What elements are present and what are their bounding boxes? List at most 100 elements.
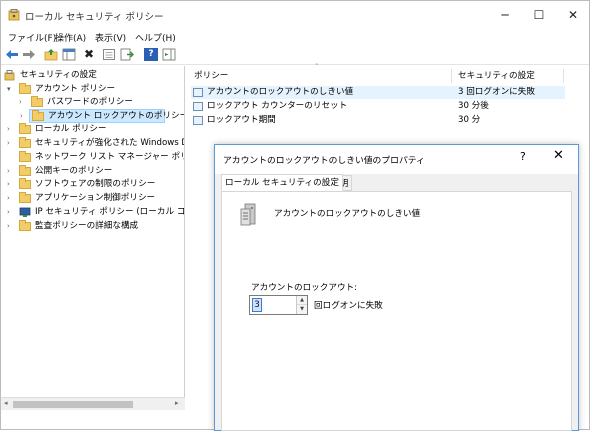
folder-open-icon [19, 83, 31, 94]
dialog-help-button[interactable]: ? [520, 150, 526, 163]
column-header-security-setting[interactable]: セキュリティの設定 [458, 69, 535, 83]
tree-item-network-list-manager[interactable]: ネットワーク リスト マネージャー ポリシー [7, 151, 184, 164]
tree-pane: セキュリティの設定 ▾ アカウント ポリシー › パスワードのポリシー › アカ… [1, 66, 185, 410]
table-row[interactable]: ロックアウト期間 30 分 [191, 114, 565, 127]
folder-icon [19, 178, 31, 189]
collapsed-chevron-icon[interactable]: › [7, 178, 15, 191]
stepper-buttons: ▲ ▼ [296, 296, 307, 314]
security-settings-icon [4, 70, 15, 81]
tree-item-ip-security-policy[interactable]: › IP セキュリティ ポリシー (ローカル コンピューター [7, 206, 185, 219]
tree-item-label: ローカル ポリシー [35, 124, 107, 134]
policy-name: ロックアウト期間 [207, 115, 276, 125]
tree-item-label: アプリケーション制御ポリシー [35, 193, 156, 203]
scroll-right-icon[interactable]: ▸ [175, 399, 179, 407]
scrollbar-thumb[interactable] [13, 401, 133, 408]
tree-item-label: ネットワーク リスト マネージャー ポリシー [35, 152, 184, 162]
menu-action[interactable]: 操作(A) [55, 31, 86, 44]
tree-item-label: アカウント ポリシー [35, 84, 116, 94]
tree-item-advanced-audit-policy[interactable]: › 監査ポリシーの詳細な構成 [7, 220, 183, 233]
menu-bar: ファイル(F) 操作(A) 表示(V) ヘルプ(H) [1, 29, 589, 45]
folder-icon [19, 137, 31, 148]
title-bar[interactable]: ローカル セキュリティ ポリシー ─ ☐ ✕ [1, 1, 589, 29]
column-header-policy[interactable]: ポリシー [194, 69, 228, 83]
table-row[interactable]: アカウントのロックアウトのしきい値 3 回ログオンに失敗 [191, 86, 565, 99]
back-arrow-icon[interactable] [5, 48, 19, 61]
dialog-close-button[interactable]: ✕ [553, 148, 564, 163]
properties-dialog: アカウントのロックアウトのしきい値のプロパティ ? ✕ ローカル セキュリティの… [214, 144, 579, 431]
help-icon[interactable]: ? [144, 48, 158, 61]
policy-name: アカウントのロックアウトのしきい値 [207, 87, 354, 97]
column-divider[interactable] [451, 69, 452, 83]
maximize-button[interactable]: ☐ [522, 1, 556, 29]
dialog-title: アカウントのロックアウトのしきい値のプロパティ [223, 156, 425, 166]
tree-item-account-lockout-policy[interactable]: › アカウント ロックアウトのポリシー [20, 109, 184, 123]
column-divider[interactable] [563, 69, 564, 83]
tree-item-application-control[interactable]: › アプリケーション制御ポリシー [7, 192, 183, 205]
forward-arrow-icon[interactable] [22, 48, 36, 61]
lockout-threshold-label: アカウントのロックアウト: [251, 283, 358, 293]
tree-item-account-policy[interactable]: ▾ アカウント ポリシー [7, 83, 177, 96]
policy-icon [193, 88, 203, 97]
show-hide-tree-icon[interactable] [62, 48, 76, 61]
chevron-up-icon[interactable]: ▲ [297, 296, 307, 305]
folder-icon [31, 96, 43, 107]
policy-icon [193, 116, 203, 125]
lockout-threshold-input[interactable]: 3 [252, 298, 262, 312]
policy-setting: 30 分 [458, 115, 481, 125]
tree-item-password-policy[interactable]: › パスワードのポリシー [19, 96, 179, 109]
tree-item-label: アカウント ロックアウトのポリシー [48, 111, 185, 121]
tab-panel: アカウントのロックアウトのしきい値 アカウントのロックアウト: 3 ▲ ▼ 回ロ… [221, 191, 572, 431]
tree-item-label: 公開キーのポリシー [35, 166, 113, 176]
menu-help[interactable]: ヘルプ(H) [135, 31, 176, 44]
chevron-down-icon[interactable]: ▼ [297, 305, 307, 314]
tree-item-label: ソフトウェアの制限のポリシー [35, 179, 156, 189]
collapsed-chevron-icon[interactable]: › [7, 192, 15, 205]
tree-item-local-policy[interactable]: › ローカル ポリシー [7, 123, 183, 136]
tree-item-label: パスワードのポリシー [47, 97, 133, 107]
tree-root-label: セキュリティの設定 [20, 70, 97, 80]
ip-security-icon [19, 207, 31, 217]
table-row[interactable]: ロックアウト カウンターのリセット 30 分後 [191, 100, 565, 113]
tree-item-label: セキュリティが強化された Windows Defen [35, 138, 184, 148]
close-button[interactable]: ✕ [556, 1, 590, 29]
folder-icon [32, 110, 44, 121]
security-policy-app-icon [8, 9, 20, 21]
folder-icon [19, 192, 31, 203]
tree-item-label: IP セキュリティ ポリシー (ローカル コンピューター [35, 207, 185, 217]
policy-setting: 3 回ログオンに失敗 [458, 87, 535, 97]
policy-icon [193, 102, 203, 111]
collapsed-chevron-icon[interactable]: › [7, 165, 15, 178]
collapsed-chevron-icon[interactable]: › [7, 206, 15, 219]
lockout-threshold-suffix: 回ログオンに失敗 [314, 301, 383, 311]
tree-item-software-restriction[interactable]: › ソフトウェアの制限のポリシー [7, 178, 183, 191]
action-pane-icon[interactable] [162, 48, 176, 61]
export-list-icon[interactable] [120, 48, 134, 61]
collapsed-chevron-icon[interactable]: › [20, 110, 28, 123]
tree-horizontal-scrollbar[interactable]: ◂ ▸ [1, 397, 185, 410]
policy-name: ロックアウト カウンターのリセット [207, 101, 348, 111]
tree-item-windows-defender-firewall[interactable]: › セキュリティが強化された Windows Defen [7, 137, 184, 150]
expanded-chevron-icon[interactable]: ▾ [7, 83, 15, 96]
folder-icon [19, 165, 31, 176]
menu-view[interactable]: 表示(V) [95, 31, 126, 44]
policy-heading: アカウントのロックアウトのしきい値 [274, 209, 421, 219]
folder-icon [19, 220, 31, 231]
tab-local-security-setting[interactable]: ローカル セキュリティの設定 [221, 174, 343, 191]
menu-file[interactable]: ファイル(F) [8, 31, 56, 44]
collapsed-chevron-icon[interactable]: › [19, 96, 27, 109]
properties-icon[interactable] [102, 48, 116, 61]
up-folder-icon[interactable] [44, 48, 58, 61]
delete-icon[interactable]: ✖ [84, 48, 98, 61]
window-title: ローカル セキュリティ ポリシー [25, 12, 164, 23]
minimize-button[interactable]: ─ [488, 1, 522, 29]
toolbar: ✖ ? [1, 45, 589, 65]
folder-icon [19, 151, 31, 162]
folder-icon [19, 123, 31, 134]
tree-item-public-key-policy[interactable]: › 公開キーのポリシー [7, 165, 183, 178]
collapsed-chevron-icon[interactable]: › [7, 123, 15, 136]
lockout-threshold-stepper[interactable]: 3 ▲ ▼ [249, 295, 308, 315]
collapsed-chevron-icon[interactable]: › [7, 137, 15, 150]
policy-setting: 30 分後 [458, 101, 489, 111]
scroll-left-icon[interactable]: ◂ [4, 399, 8, 407]
collapsed-chevron-icon[interactable]: › [7, 220, 15, 233]
